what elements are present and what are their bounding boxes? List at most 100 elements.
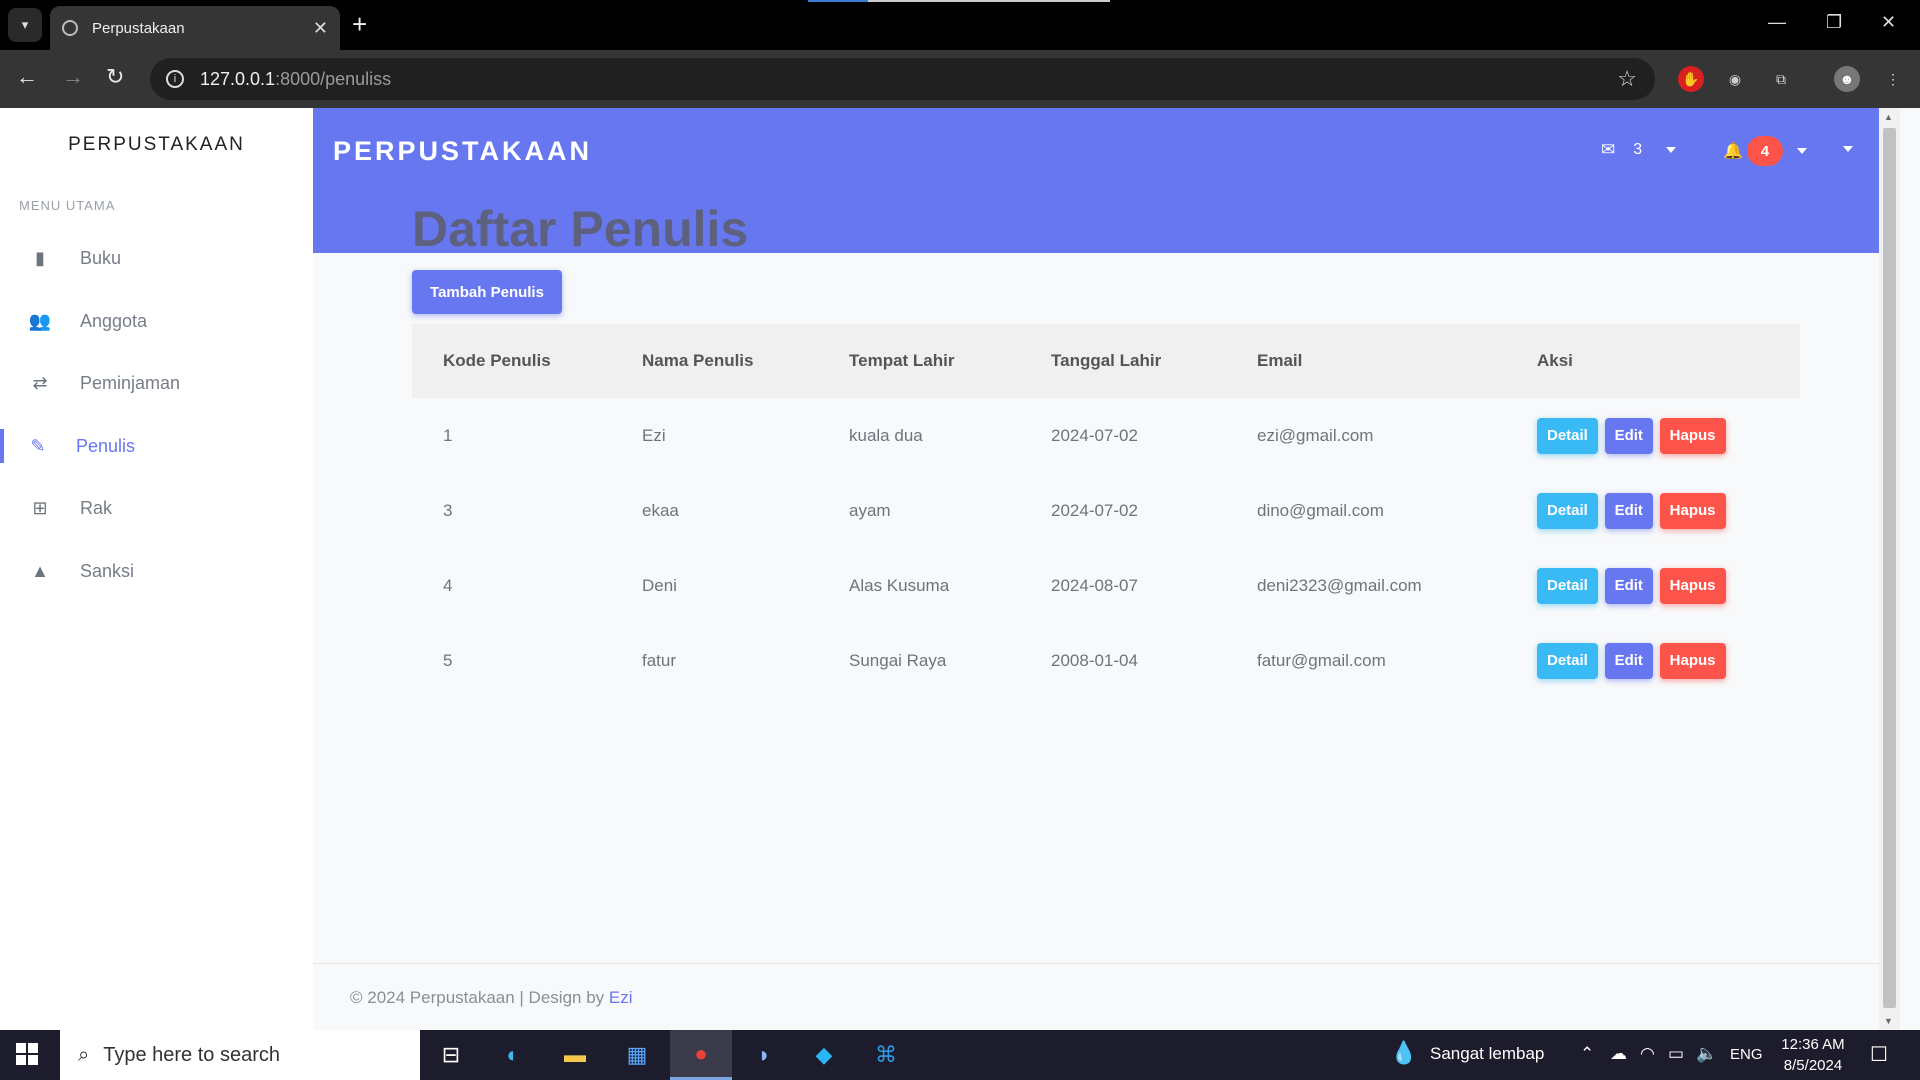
warning-icon: ▲ <box>31 560 49 581</box>
actions-cell: Detail Edit Hapus <box>1506 623 1800 698</box>
volume-icon[interactable]: 🔈 <box>1696 1044 1717 1064</box>
sidebar-item-sanksi[interactable]: ▲ Sanksi <box>0 546 313 596</box>
sidebar-item-label: Rak <box>80 497 113 518</box>
clock-time: 12:36 AM <box>1781 1036 1845 1053</box>
table-cell: Alas Kusuma <box>849 575 950 595</box>
minimize-icon[interactable]: — <box>1768 12 1786 33</box>
app-icon[interactable]: ◑ <box>731 1030 793 1080</box>
globe-icon <box>62 20 78 36</box>
browser-tab[interactable]: Perpustakaan ✕ <box>50 6 340 50</box>
column-header: Tempat Lahir <box>818 324 1020 398</box>
sidebar-brand[interactable]: PERPUSTAKAAN <box>0 134 313 156</box>
edit-button[interactable]: Edit <box>1604 417 1653 454</box>
taskbar-search-placeholder: Type here to search <box>103 1043 280 1066</box>
edit-button[interactable]: Edit <box>1604 567 1653 604</box>
user-dropdown[interactable] <box>1843 146 1853 152</box>
actions-cell: Detail Edit Hapus <box>1506 473 1800 548</box>
sidebar-item-rak[interactable]: ⊞ Rak <box>0 483 313 533</box>
sidebar-item-peminjaman[interactable]: ⇄ Peminjaman <box>0 358 313 408</box>
app-icon[interactable]: ◆ <box>793 1030 855 1080</box>
footer-author-link[interactable]: Ezi <box>609 988 633 1007</box>
chevron-down-icon <box>1796 148 1807 154</box>
users-icon: 👥 <box>28 310 52 331</box>
sidebar-item-penulis[interactable]: ✎ Penulis <box>0 421 313 471</box>
show-hidden-icons-chevron-icon[interactable]: ⌃ <box>1580 1044 1594 1064</box>
file-explorer-icon[interactable]: ▬ <box>544 1030 606 1080</box>
table-cell: deni2323@gmail.com <box>1257 575 1422 595</box>
notification-center-icon[interactable]: ☐ <box>1870 1042 1888 1067</box>
close-window-icon[interactable]: ✕ <box>1881 12 1896 33</box>
tab-title: Perpustakaan <box>92 19 185 37</box>
weather-text[interactable]: Sangat lembap <box>1430 1044 1544 1064</box>
sitemap-icon: ⊞ <box>32 497 48 518</box>
messages-dropdown[interactable]: ✉ 3 <box>1601 140 1677 160</box>
sidebar-item-buku[interactable]: ▮ Buku <box>0 233 313 283</box>
table-cell: 2024-07-02 <box>1051 500 1138 520</box>
forward-icon[interactable]: → <box>62 64 84 90</box>
table-cell: fatur <box>642 650 677 670</box>
clock[interactable]: 12:36 AM 8/5/2024 <box>1768 1034 1858 1076</box>
detail-button[interactable]: Detail <box>1537 642 1598 679</box>
table-header-row: Kode Penulis Nama Penulis Tempat Lahir T… <box>412 324 1800 398</box>
chrome-icon[interactable]: ● <box>670 1030 732 1080</box>
detail-button[interactable]: Detail <box>1537 417 1598 454</box>
add-penulis-button[interactable]: Tambah Penulis <box>412 270 562 314</box>
table-cell: 2024-08-07 <box>1051 575 1138 595</box>
bookmark-star-icon[interactable]: ☆ <box>1617 66 1637 92</box>
table-cell: 4 <box>443 575 453 595</box>
new-tab-icon[interactable]: + <box>352 10 367 38</box>
table-cell: Deni <box>642 575 677 595</box>
restore-icon[interactable]: ❐ <box>1826 12 1842 33</box>
back-icon[interactable]: ← <box>16 64 38 90</box>
column-header: Tanggal Lahir <box>1020 324 1226 398</box>
footer: © 2024 Perpustakaan | Design by Ezi <box>313 963 1900 1030</box>
penulis-table: Kode Penulis Nama Penulis Tempat Lahir T… <box>412 324 1800 698</box>
language-indicator[interactable]: ENG <box>1730 1046 1763 1063</box>
delete-button[interactable]: Hapus <box>1659 492 1726 529</box>
messages-count: 3 <box>1633 141 1643 158</box>
taskbar-search-box[interactable]: ⌕ Type here to search <box>60 1030 420 1080</box>
page-scrollbar[interactable]: ▲ ▼ <box>1879 108 1900 1030</box>
table-row: 4 Deni Alas Kusuma 2024-08-07 deni2323@g… <box>412 548 1800 623</box>
detail-button[interactable]: Detail <box>1537 567 1598 604</box>
edit-button[interactable]: Edit <box>1604 642 1653 679</box>
edge-icon[interactable]: ◐ <box>482 1030 544 1080</box>
microsoft-store-icon[interactable]: ▦ <box>606 1030 668 1080</box>
address-bar[interactable]: i 127.0.0.1 :8000/penuliss ☆ <box>150 58 1655 100</box>
edit-button[interactable]: Edit <box>1604 492 1653 529</box>
weather-icon[interactable]: 💧 <box>1390 1040 1417 1066</box>
battery-icon[interactable]: ▭ <box>1668 1044 1684 1064</box>
extensions-puzzle-icon[interactable]: ⧉ <box>1768 66 1794 92</box>
column-header: Nama Penulis <box>611 324 818 398</box>
delete-button[interactable]: Hapus <box>1659 417 1726 454</box>
table-cell: 2008-01-04 <box>1051 650 1138 670</box>
detail-button[interactable]: Detail <box>1537 492 1598 529</box>
windows-taskbar: ⌕ Type here to search ⊟ ◐ ▬ ▦ ● ◑ ◆ ⌘ 💧 … <box>0 1030 1920 1080</box>
column-header: Email <box>1226 324 1506 398</box>
vscode-icon[interactable]: ⌘ <box>855 1030 917 1080</box>
mail-icon: ✉ <box>1601 140 1616 159</box>
loading-line-progress <box>808 0 868 2</box>
tab-search-icon[interactable]: ▾ <box>8 8 42 42</box>
windows-start-icon[interactable] <box>16 1043 38 1065</box>
scroll-down-icon[interactable]: ▼ <box>1884 1016 1893 1026</box>
site-info-icon[interactable]: i <box>166 70 184 88</box>
profile-avatar[interactable]: ☻ <box>1834 66 1860 92</box>
wifi-icon[interactable]: ◠ <box>1640 1044 1655 1064</box>
browser-menu-icon[interactable]: ⋮ <box>1880 66 1906 92</box>
navbar-brand[interactable]: PERPUSTAKAAN <box>333 136 592 167</box>
camera-extension-icon[interactable]: ◉ <box>1722 66 1748 92</box>
scrollbar-thumb[interactable] <box>1883 128 1896 1008</box>
close-tab-icon[interactable]: ✕ <box>313 18 328 39</box>
url-host: 127.0.0.1 <box>200 68 276 89</box>
delete-button[interactable]: Hapus <box>1659 567 1726 604</box>
notifications-dropdown[interactable]: 🔔 4 <box>1723 136 1807 166</box>
reload-icon[interactable]: ↻ <box>106 64 124 90</box>
adblock-extension-icon[interactable]: ✋ <box>1678 66 1704 92</box>
delete-button[interactable]: Hapus <box>1659 642 1726 679</box>
sidebar-item-anggota[interactable]: 👥 Anggota <box>0 296 313 346</box>
task-view-icon[interactable]: ⊟ <box>420 1030 482 1080</box>
table-cell: fatur@gmail.com <box>1257 650 1386 670</box>
scroll-up-icon[interactable]: ▲ <box>1884 112 1893 122</box>
onedrive-icon[interactable]: ☁ <box>1610 1044 1627 1064</box>
